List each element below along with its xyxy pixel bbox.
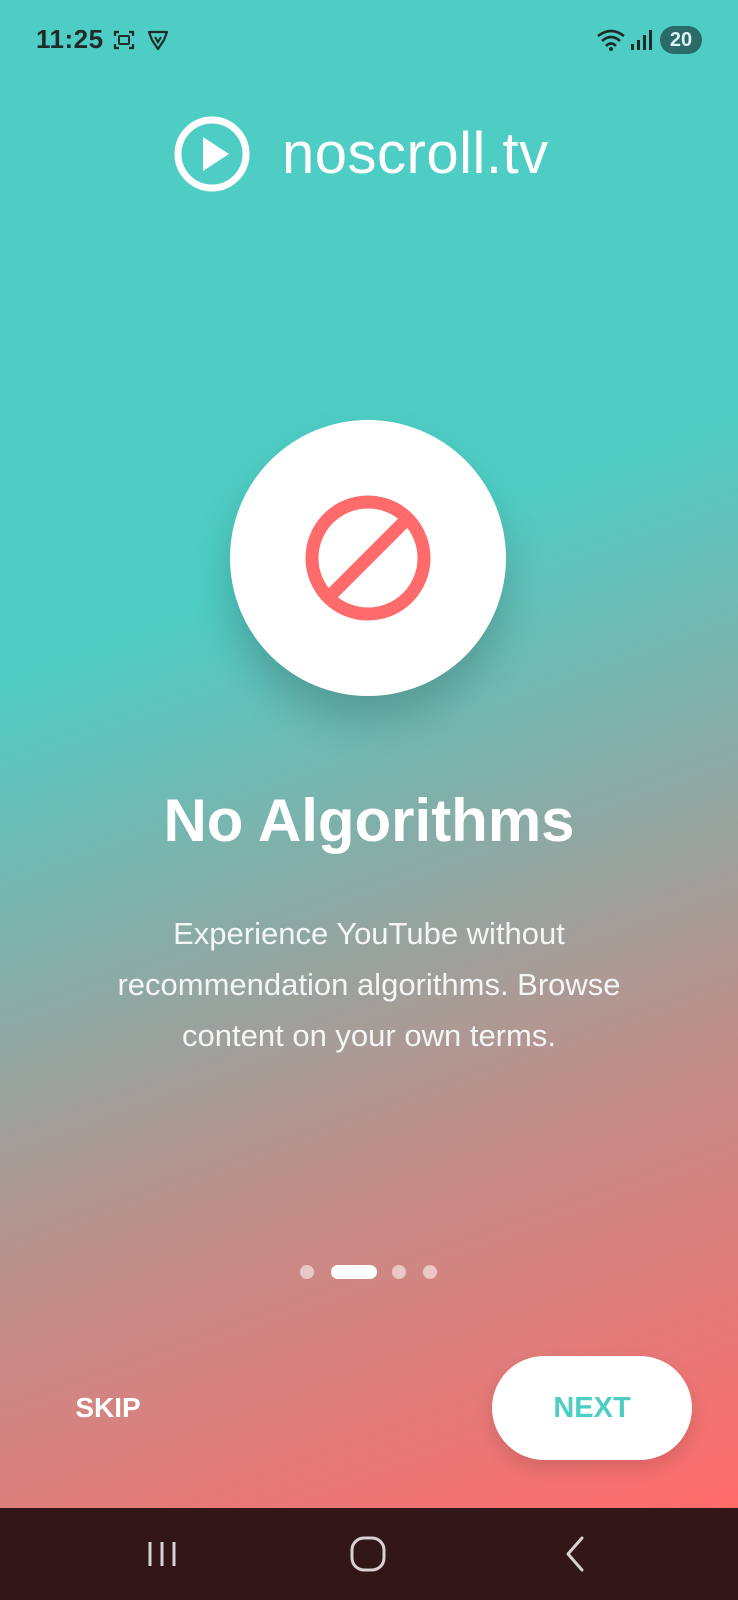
back-icon[interactable] [554,1532,598,1576]
wifi-icon [596,28,626,57]
app-logo-text: noscroll.tv [282,121,549,186]
onboarding-screen: 11:25 20 noscroll.tv No Algorithms Exper… [0,0,738,1508]
home-icon[interactable] [346,1532,390,1576]
page-dot [392,1265,406,1279]
page-dot [423,1265,437,1279]
battery-indicator: 20 [660,26,702,54]
recent-apps-icon[interactable] [140,1532,184,1576]
signal-icon [630,28,652,57]
screenshot-icon [112,28,136,57]
status-bar: 11:25 20 [0,0,738,80]
hero-icon-circle [230,420,506,696]
page-dot-active [331,1265,377,1279]
system-nav-bar [0,1508,738,1600]
page-indicator [0,1262,738,1282]
skip-button[interactable]: SKIP [60,1386,156,1430]
next-button[interactable]: NEXT [492,1356,692,1460]
play-circle-icon [172,114,252,199]
page-dot [300,1265,314,1279]
onboarding-title: No Algorithms [163,787,575,854]
status-time: 11:25 [36,24,104,54]
vpn-shield-icon [146,28,170,57]
onboarding-description: Experience YouTube without recommendatio… [117,916,621,1053]
app-logo: noscroll.tv [0,110,738,200]
block-icon [302,492,434,629]
